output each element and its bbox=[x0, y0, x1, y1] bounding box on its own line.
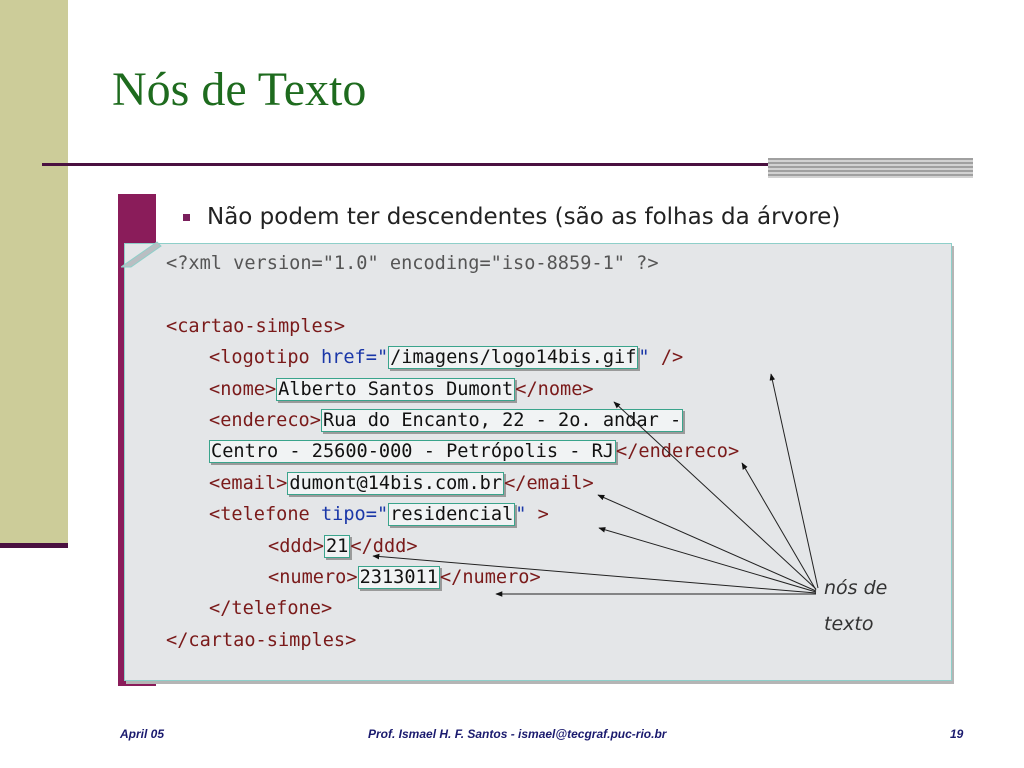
footer-date: April 05 bbox=[120, 727, 165, 741]
code-line-endereco-2: Centro - 25600-000 - Petrópolis - RJ </en… bbox=[209, 440, 739, 464]
cartao-close-tag: </cartao-simples> bbox=[166, 630, 357, 651]
telefone-close-tag: </telefone> bbox=[209, 598, 333, 619]
footer-page-number: 19 bbox=[950, 727, 964, 741]
text-node-telefone: residencial bbox=[388, 503, 516, 526]
annotation-label-line1: nós de bbox=[824, 577, 888, 599]
href-attribute: href= bbox=[320, 347, 377, 368]
text-node-ddd: 21 bbox=[323, 535, 351, 558]
slide-title: Nós de Texto bbox=[112, 63, 367, 116]
text-node-endereco-1: Rua do Encanto, 22 - 2o. andar - bbox=[320, 409, 684, 432]
text-node-endereco-2: Centro - 25600-000 - Petrópolis - RJ bbox=[209, 440, 616, 463]
logotipo-open-tag: <logotipo bbox=[209, 347, 310, 368]
code-line-telefone: <telefone tipo=" residencial " > bbox=[209, 503, 549, 527]
cartao-open-tag: <cartao-simples> bbox=[166, 316, 346, 337]
title-rule-accent bbox=[768, 158, 973, 178]
tipo-quote-open: " bbox=[376, 504, 389, 525]
footer-author: Prof. Ismael H. F. Santos - ismael@tecgr… bbox=[368, 727, 667, 741]
nome-close-tag: </nome> bbox=[515, 379, 594, 400]
code-line-ddd: <ddd> 21 </ddd> bbox=[268, 535, 418, 559]
numero-open-tag: <numero> bbox=[268, 567, 358, 588]
endereco-close-tag: </endereco> bbox=[616, 441, 740, 462]
code-line-nome: <nome> Alberto Santos Dumont </nome> bbox=[209, 378, 594, 402]
nome-open-tag: <nome> bbox=[209, 379, 277, 400]
bullet-text: Não podem ter descendentes (são as folha… bbox=[207, 204, 841, 230]
quote-open: " bbox=[376, 347, 389, 368]
numero-close-tag: </numero> bbox=[439, 567, 541, 588]
text-node-email: dumont@14bis.com.br bbox=[287, 472, 505, 495]
bullet-item: Não podem ter descendentes (são as folha… bbox=[183, 198, 840, 236]
code-line-logotipo: <logotipo href="/imagens/logo14bis.gif " … bbox=[209, 346, 683, 370]
text-node-numero: 2313011 bbox=[357, 566, 440, 589]
code-line-endereco-1: <endereco> Rua do Encanto, 22 - 2o. andar… bbox=[209, 409, 684, 433]
endereco-open-tag: <endereco> bbox=[209, 410, 321, 431]
ddd-open-tag: <ddd> bbox=[268, 536, 324, 557]
tipo-quote-close: " bbox=[515, 504, 527, 525]
code-line-numero: <numero> 2313011 </numero> bbox=[268, 566, 541, 590]
telefone-open-tag: <telefone bbox=[209, 504, 310, 525]
code-line-cartao-close: </cartao-simples> bbox=[166, 629, 356, 653]
email-close-tag: </email> bbox=[504, 473, 594, 494]
telefone-tag-end: > bbox=[526, 504, 549, 525]
text-node-logotipo: /imagens/logo14bis.gif bbox=[388, 346, 639, 369]
xml-declaration-text: <?xml version="1.0" encoding="iso-8859-1… bbox=[166, 253, 659, 274]
text-node-nome: Alberto Santos Dumont bbox=[276, 378, 516, 401]
left-decor-bar bbox=[0, 0, 68, 545]
quote-close: " bbox=[638, 347, 650, 368]
code-line-cartao-open: <cartao-simples> bbox=[166, 315, 345, 339]
email-open-tag: <email> bbox=[209, 473, 288, 494]
code-line-telefone-close: </telefone> bbox=[209, 597, 332, 621]
left-decor-line bbox=[0, 543, 68, 548]
bullet-square-icon bbox=[183, 213, 190, 221]
logotipo-close-tag: /> bbox=[649, 347, 684, 368]
annotation-label-line2: texto bbox=[824, 613, 874, 635]
tipo-attribute: tipo= bbox=[320, 504, 377, 525]
page-fold-icon bbox=[121, 241, 162, 268]
xml-declaration: <?xml version="1.0" encoding="iso-8859-1… bbox=[166, 252, 659, 276]
ddd-close-tag: </ddd> bbox=[350, 536, 418, 557]
code-line-email: <email> dumont@14bis.com.br </email> bbox=[209, 472, 594, 496]
